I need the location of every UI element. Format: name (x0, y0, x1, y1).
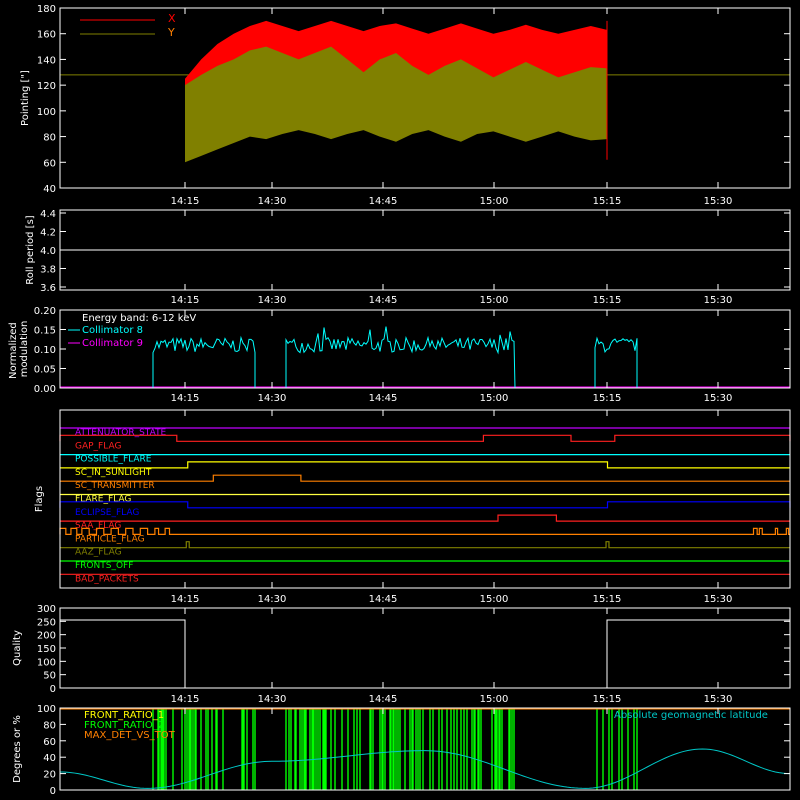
flag-label: SC_IN_SUNLIGHT (75, 468, 152, 478)
flag-label: AAZ_FLAG (75, 548, 122, 558)
y-tick-label: 40 (43, 184, 56, 195)
y-tick-label: 3.6 (40, 283, 56, 294)
modulation-ylabel-line2: modulation (19, 321, 30, 378)
y-tick-label: 0.15 (34, 326, 56, 337)
x-tick-label: 15:00 (480, 196, 509, 207)
y-tick-label: 3.8 (40, 265, 56, 276)
y-tick-label: 20 (43, 770, 56, 781)
x-tick-label: 14:30 (258, 393, 287, 404)
y-tick-label: 80 (43, 720, 56, 731)
roll-period-ylabel: Roll period [s] (25, 215, 36, 284)
modulation-ylabel-line1: Normalized (8, 322, 19, 379)
x-tick-label: 14:45 (369, 694, 398, 705)
x-tick-label: 14:45 (369, 393, 398, 404)
y-tick-label: 100 (37, 704, 56, 715)
y-tick-label: 180 (37, 4, 56, 15)
y-tick-label: 0.20 (34, 306, 56, 317)
flag-label: PARTICLE_FLAG (75, 534, 145, 544)
y-tick-label: 40 (43, 753, 56, 764)
legend-y-label: Y (167, 26, 175, 39)
flag-label: ATTENUATOR_STATE (75, 428, 167, 438)
x-tick-label: 15:15 (593, 196, 622, 207)
y-tick-label: 0 (50, 786, 56, 797)
flag-label: POSSIBLE_FLARE (75, 455, 152, 465)
x-tick-label: 15:00 (480, 594, 509, 605)
x-tick-label: 15:15 (593, 694, 622, 705)
y-tick-label: 0.05 (34, 365, 56, 376)
x-tick-label: 15:00 (480, 295, 509, 306)
y-tick-label: 0 (50, 684, 56, 695)
legend-collimator8-label: Collimator 8 (82, 325, 143, 336)
y-tick-label: 50 (43, 671, 56, 682)
y-tick-label: 100 (37, 107, 56, 118)
y-tick-label: 4.4 (40, 209, 56, 220)
y-tick-label: 120 (37, 81, 56, 92)
x-tick-label: 15:15 (593, 295, 622, 306)
flag-label: FRONTS_OFF (75, 561, 133, 571)
x-tick-label: 15:00 (480, 694, 509, 705)
modulation-ylabel: Normalized modulation (8, 319, 30, 379)
x-tick-label: 14:15 (171, 295, 200, 306)
x-tick-label: 15:00 (480, 393, 509, 404)
figure: 40 60 80 100 120 140 160 180 14:15 14:30 14:45 15:… (0, 0, 800, 800)
x-tick-label: 15:30 (704, 196, 733, 207)
y-tick-label: 4.0 (40, 246, 56, 257)
flag-label: FLARE_FLAG (75, 495, 131, 505)
x-tick-label: 14:45 (369, 196, 398, 207)
y-tick-label: 250 (37, 617, 56, 628)
legend-geomag-latitude: Absolute geomagnetic latitude (614, 710, 768, 721)
modulation-energy-band: Energy band: 6-12 keV (82, 313, 196, 324)
x-tick-label: 15:15 (593, 393, 622, 404)
y-tick-label: 0.00 (34, 384, 56, 395)
x-tick-label: 15:30 (704, 694, 733, 705)
y-tick-label: 60 (43, 158, 56, 169)
legend-x-label: X (168, 12, 176, 25)
x-tick-label: 14:15 (171, 196, 200, 207)
y-tick-label: 60 (43, 737, 56, 748)
y-tick-label: 140 (37, 55, 56, 66)
x-tick-label: 14:15 (171, 393, 200, 404)
y-tick-label: 80 (43, 133, 56, 144)
x-tick-label: 14:30 (258, 295, 287, 306)
y-tick-label: 4.2 (40, 228, 56, 239)
x-tick-label: 14:30 (258, 196, 287, 207)
x-tick-label: 15:30 (704, 594, 733, 605)
flag-label: ECLIPSE_FLAG (75, 508, 139, 518)
x-tick-label: 14:45 (369, 295, 398, 306)
x-tick-label: 14:45 (369, 594, 398, 605)
y-tick-label: 300 (37, 604, 56, 615)
quality-ylabel: Quality (12, 630, 23, 666)
x-tick-label: 14:30 (258, 694, 287, 705)
x-tick-label: 14:15 (171, 694, 200, 705)
legend-max-det-vs-tot: MAX_DET_VS_TOT (84, 730, 176, 741)
y-tick-label: 0.10 (34, 345, 56, 356)
flag-label: GAP_FLAG (75, 441, 121, 451)
legend-collimator9-label: Collimator 9 (82, 338, 143, 349)
x-tick-label: 15:30 (704, 393, 733, 404)
y-tick-label: 200 (37, 631, 56, 642)
front-ratio-ylabel: Degrees or % (12, 715, 23, 783)
x-tick-label: 15:15 (593, 594, 622, 605)
x-tick-label: 14:15 (171, 594, 200, 605)
flag-label: SC_TRANSMITTER (75, 481, 155, 491)
x-tick-label: 15:30 (704, 295, 733, 306)
flags-ylabel: Flags (34, 486, 45, 512)
x-tick-label: 14:30 (258, 594, 287, 605)
y-tick-label: 150 (37, 644, 56, 655)
y-tick-label: 160 (37, 30, 56, 41)
pointing-ylabel: Pointing ["] (20, 70, 31, 126)
y-tick-label: 100 (37, 657, 56, 668)
flag-label: BAD_PACKETS (75, 574, 139, 584)
